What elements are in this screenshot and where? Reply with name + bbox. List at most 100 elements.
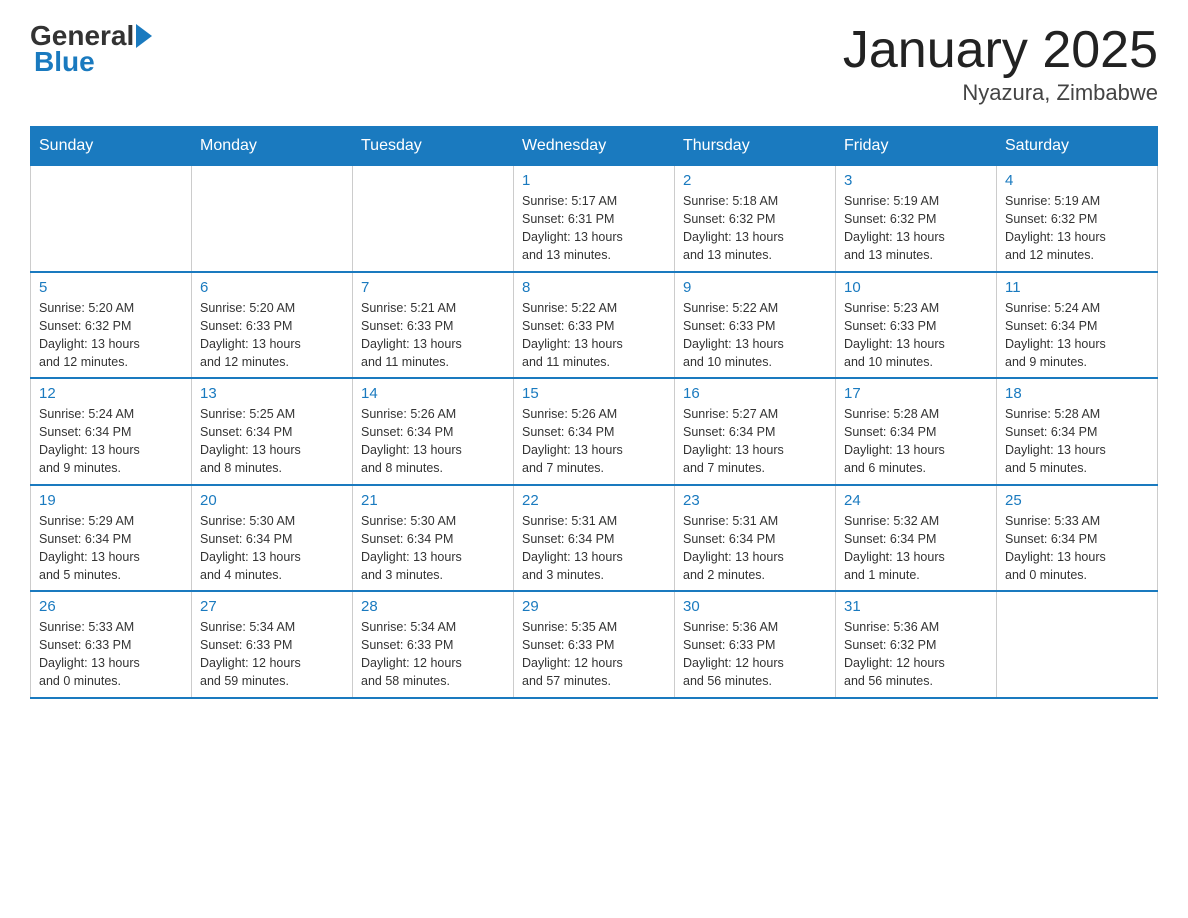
day-info: Sunrise: 5:20 AM Sunset: 6:33 PM Dayligh… <box>200 299 344 372</box>
calendar-cell: 21 Sunrise: 5:30 AM Sunset: 6:34 PM Dayli… <box>353 485 514 592</box>
day-number: 16 <box>683 385 827 402</box>
calendar-header-thursday: Thursday <box>675 127 836 166</box>
calendar-cell: 10 Sunrise: 5:23 AM Sunset: 6:33 PM Dayli… <box>836 272 997 379</box>
day-info: Sunrise: 5:20 AM Sunset: 6:32 PM Dayligh… <box>39 299 183 372</box>
day-number: 21 <box>361 492 505 509</box>
day-info: Sunrise: 5:24 AM Sunset: 6:34 PM Dayligh… <box>39 405 183 478</box>
calendar-cell: 11 Sunrise: 5:24 AM Sunset: 6:34 PM Dayli… <box>997 272 1158 379</box>
calendar-week-row: 12 Sunrise: 5:24 AM Sunset: 6:34 PM Dayli… <box>31 378 1158 485</box>
calendar-cell: 4 Sunrise: 5:19 AM Sunset: 6:32 PM Daylig… <box>997 166 1158 272</box>
logo-arrow-icon <box>136 24 152 48</box>
calendar-cell: 3 Sunrise: 5:19 AM Sunset: 6:32 PM Daylig… <box>836 166 997 272</box>
day-info: Sunrise: 5:32 AM Sunset: 6:34 PM Dayligh… <box>844 512 988 585</box>
day-info: Sunrise: 5:27 AM Sunset: 6:34 PM Dayligh… <box>683 405 827 478</box>
calendar-week-row: 1Sunrise: 5:17 AM Sunset: 6:31 PM Daylig… <box>31 166 1158 272</box>
day-number: 27 <box>200 598 344 615</box>
day-info: Sunrise: 5:31 AM Sunset: 6:34 PM Dayligh… <box>683 512 827 585</box>
calendar-subtitle: Nyazura, Zimbabwe <box>843 80 1158 106</box>
calendar-cell <box>31 166 192 272</box>
calendar-cell: 27Sunrise: 5:34 AM Sunset: 6:33 PM Dayli… <box>192 591 353 698</box>
day-number: 6 <box>200 279 344 296</box>
day-number: 4 <box>1005 172 1149 189</box>
day-info: Sunrise: 5:30 AM Sunset: 6:34 PM Dayligh… <box>200 512 344 585</box>
calendar-cell: 31Sunrise: 5:36 AM Sunset: 6:32 PM Dayli… <box>836 591 997 698</box>
calendar-cell: 22Sunrise: 5:31 AM Sunset: 6:34 PM Dayli… <box>514 485 675 592</box>
calendar-cell: 5 Sunrise: 5:20 AM Sunset: 6:32 PM Daylig… <box>31 272 192 379</box>
day-info: Sunrise: 5:18 AM Sunset: 6:32 PM Dayligh… <box>683 192 827 265</box>
day-info: Sunrise: 5:28 AM Sunset: 6:34 PM Dayligh… <box>1005 405 1149 478</box>
day-info: Sunrise: 5:19 AM Sunset: 6:32 PM Dayligh… <box>844 192 988 265</box>
calendar-cell: 9 Sunrise: 5:22 AM Sunset: 6:33 PM Daylig… <box>675 272 836 379</box>
day-info: Sunrise: 5:33 AM Sunset: 6:33 PM Dayligh… <box>39 618 183 691</box>
day-info: Sunrise: 5:30 AM Sunset: 6:34 PM Dayligh… <box>361 512 505 585</box>
day-info: Sunrise: 5:19 AM Sunset: 6:32 PM Dayligh… <box>1005 192 1149 265</box>
day-number: 22 <box>522 492 666 509</box>
day-number: 30 <box>683 598 827 615</box>
calendar-cell: 26Sunrise: 5:33 AM Sunset: 6:33 PM Dayli… <box>31 591 192 698</box>
day-number: 17 <box>844 385 988 402</box>
calendar-cell: 30Sunrise: 5:36 AM Sunset: 6:33 PM Dayli… <box>675 591 836 698</box>
calendar-cell <box>997 591 1158 698</box>
day-info: Sunrise: 5:34 AM Sunset: 6:33 PM Dayligh… <box>361 618 505 691</box>
day-number: 7 <box>361 279 505 296</box>
calendar-cell: 16 Sunrise: 5:27 AM Sunset: 6:34 PM Dayli… <box>675 378 836 485</box>
day-number: 2 <box>683 172 827 189</box>
calendar-cell: 15Sunrise: 5:26 AM Sunset: 6:34 PM Dayli… <box>514 378 675 485</box>
day-info: Sunrise: 5:24 AM Sunset: 6:34 PM Dayligh… <box>1005 299 1149 372</box>
day-info: Sunrise: 5:22 AM Sunset: 6:33 PM Dayligh… <box>683 299 827 372</box>
day-info: Sunrise: 5:22 AM Sunset: 6:33 PM Dayligh… <box>522 299 666 372</box>
calendar-header-wednesday: Wednesday <box>514 127 675 166</box>
calendar-header-tuesday: Tuesday <box>353 127 514 166</box>
calendar-header-monday: Monday <box>192 127 353 166</box>
title-block: January 2025 Nyazura, Zimbabwe <box>843 20 1158 106</box>
calendar-cell: 12 Sunrise: 5:24 AM Sunset: 6:34 PM Dayli… <box>31 378 192 485</box>
day-info: Sunrise: 5:25 AM Sunset: 6:34 PM Dayligh… <box>200 405 344 478</box>
calendar-cell: 18Sunrise: 5:28 AM Sunset: 6:34 PM Dayli… <box>997 378 1158 485</box>
day-number: 5 <box>39 279 183 296</box>
day-number: 11 <box>1005 279 1149 296</box>
calendar-cell: 20 Sunrise: 5:30 AM Sunset: 6:34 PM Dayli… <box>192 485 353 592</box>
calendar-title: January 2025 <box>843 20 1158 80</box>
day-info: Sunrise: 5:23 AM Sunset: 6:33 PM Dayligh… <box>844 299 988 372</box>
calendar-cell: 14Sunrise: 5:26 AM Sunset: 6:34 PM Dayli… <box>353 378 514 485</box>
calendar-cell: 23Sunrise: 5:31 AM Sunset: 6:34 PM Dayli… <box>675 485 836 592</box>
day-info: Sunrise: 5:35 AM Sunset: 6:33 PM Dayligh… <box>522 618 666 691</box>
calendar-cell: 19 Sunrise: 5:29 AM Sunset: 6:34 PM Dayli… <box>31 485 192 592</box>
calendar-cell: 17 Sunrise: 5:28 AM Sunset: 6:34 PM Dayli… <box>836 378 997 485</box>
day-number: 10 <box>844 279 988 296</box>
day-number: 13 <box>200 385 344 402</box>
calendar-header-friday: Friday <box>836 127 997 166</box>
calendar-cell <box>353 166 514 272</box>
calendar-cell: 28Sunrise: 5:34 AM Sunset: 6:33 PM Dayli… <box>353 591 514 698</box>
calendar-week-row: 5 Sunrise: 5:20 AM Sunset: 6:32 PM Daylig… <box>31 272 1158 379</box>
day-info: Sunrise: 5:33 AM Sunset: 6:34 PM Dayligh… <box>1005 512 1149 585</box>
day-number: 12 <box>39 385 183 402</box>
day-number: 9 <box>683 279 827 296</box>
calendar-week-row: 19 Sunrise: 5:29 AM Sunset: 6:34 PM Dayli… <box>31 485 1158 592</box>
day-info: Sunrise: 5:28 AM Sunset: 6:34 PM Dayligh… <box>844 405 988 478</box>
calendar-week-row: 26Sunrise: 5:33 AM Sunset: 6:33 PM Dayli… <box>31 591 1158 698</box>
calendar-table: SundayMondayTuesdayWednesdayThursdayFrid… <box>30 126 1158 699</box>
calendar-cell: 24Sunrise: 5:32 AM Sunset: 6:34 PM Dayli… <box>836 485 997 592</box>
day-info: Sunrise: 5:36 AM Sunset: 6:32 PM Dayligh… <box>844 618 988 691</box>
calendar-header-saturday: Saturday <box>997 127 1158 166</box>
day-number: 20 <box>200 492 344 509</box>
day-number: 25 <box>1005 492 1149 509</box>
calendar-cell <box>192 166 353 272</box>
day-number: 8 <box>522 279 666 296</box>
day-number: 3 <box>844 172 988 189</box>
calendar-header-row: SundayMondayTuesdayWednesdayThursdayFrid… <box>31 127 1158 166</box>
day-number: 19 <box>39 492 183 509</box>
calendar-cell: 29Sunrise: 5:35 AM Sunset: 6:33 PM Dayli… <box>514 591 675 698</box>
calendar-cell: 2 Sunrise: 5:18 AM Sunset: 6:32 PM Daylig… <box>675 166 836 272</box>
logo: General Blue <box>30 20 152 78</box>
day-info: Sunrise: 5:26 AM Sunset: 6:34 PM Dayligh… <box>361 405 505 478</box>
calendar-header-sunday: Sunday <box>31 127 192 166</box>
day-number: 1 <box>522 172 666 189</box>
day-info: Sunrise: 5:29 AM Sunset: 6:34 PM Dayligh… <box>39 512 183 585</box>
day-info: Sunrise: 5:26 AM Sunset: 6:34 PM Dayligh… <box>522 405 666 478</box>
calendar-cell: 8 Sunrise: 5:22 AM Sunset: 6:33 PM Daylig… <box>514 272 675 379</box>
calendar-cell: 6 Sunrise: 5:20 AM Sunset: 6:33 PM Daylig… <box>192 272 353 379</box>
calendar-cell: 1Sunrise: 5:17 AM Sunset: 6:31 PM Daylig… <box>514 166 675 272</box>
day-info: Sunrise: 5:21 AM Sunset: 6:33 PM Dayligh… <box>361 299 505 372</box>
